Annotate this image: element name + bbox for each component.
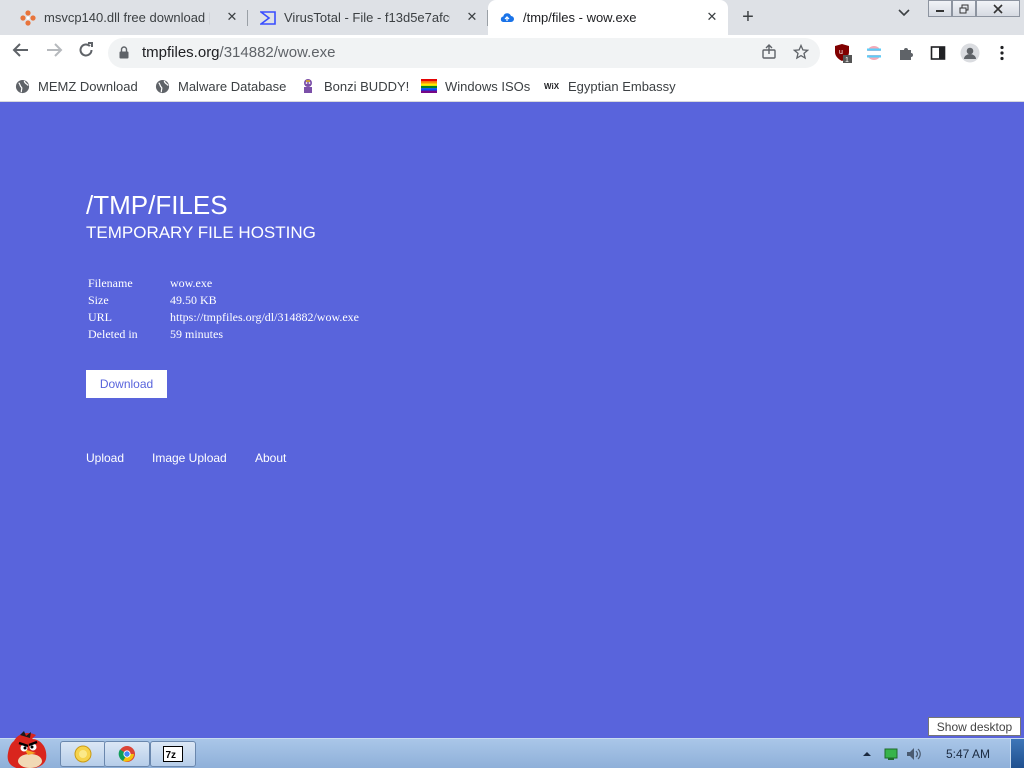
tab-tmpfiles[interactable]: /tmp/files - wow.exe ✕ (488, 0, 728, 35)
footer-link-image-upload[interactable]: Image Upload (152, 451, 227, 465)
wix-icon: WiX (544, 78, 560, 94)
info-key: URL (88, 310, 112, 324)
show-desktop-tooltip: Show desktop (928, 717, 1021, 736)
tab-msvcp140[interactable]: msvcp140.dll free download | D ✕ (0, 0, 248, 35)
info-value: https://tmpfiles.org/dl/314882/wow.exe (170, 310, 359, 324)
info-key: Filename (88, 276, 133, 290)
cloud-upload-icon (499, 10, 515, 26)
bookmark-malware-database[interactable]: Malware Database (154, 76, 286, 96)
svg-text:7z: 7z (166, 750, 177, 761)
reload-icon[interactable] (74, 41, 98, 65)
address-bar[interactable]: tmpfiles.org/314882/wow.exe (108, 38, 820, 68)
dll-site-icon (20, 9, 36, 26)
7zip-icon: 7z (163, 746, 183, 762)
share-icon[interactable] (760, 44, 778, 62)
table-row: URL https://tmpfiles.org/dl/314882/wow.e… (86, 310, 361, 327)
taskbar-7zip-button[interactable]: 7z (150, 741, 196, 767)
show-hidden-icons-icon[interactable] (860, 747, 874, 761)
taskbar-explorer-button[interactable] (60, 741, 106, 767)
tab-title: msvcp140.dll free download | D (44, 10, 210, 25)
table-row: Deleted in 59 minutes (86, 327, 361, 344)
download-button[interactable]: Download (86, 370, 167, 398)
restore-button[interactable] (952, 0, 976, 17)
flag-extension-icon[interactable] (864, 43, 884, 63)
url-path: /314882/wow.exe (219, 44, 336, 61)
window-controls (928, 0, 1020, 18)
taskbar-clock[interactable]: 5:47 AM (946, 747, 990, 761)
bookmark-label: Egyptian Embassy (568, 78, 676, 94)
explorer-icon (74, 745, 92, 763)
bookmarks-bar: MEMZ Download Malware Database Bonzi BUD… (0, 70, 1024, 102)
bookmark-label: MEMZ Download (38, 78, 138, 94)
bookmark-bonzi-buddy[interactable]: Bonzi BUDDY! (300, 76, 409, 96)
info-value: wow.exe (170, 276, 213, 290)
bookmark-label: Malware Database (178, 78, 287, 94)
table-row: Filename wow.exe (86, 276, 361, 293)
close-window-button[interactable] (976, 0, 1020, 17)
rainbow-flag-icon (421, 78, 437, 94)
forward-icon[interactable] (42, 41, 66, 65)
side-panel-icon[interactable] (928, 43, 948, 63)
file-info-table: Filename wow.exe Size 49.50 KB URL https… (86, 276, 361, 344)
network-icon[interactable] (884, 747, 898, 761)
url-text[interactable]: tmpfiles.org/314882/wow.exe (142, 44, 335, 61)
info-key: Size (88, 293, 109, 307)
tab-virustotal[interactable]: VirusTotal - File - f13d5e7afc07 ✕ (240, 0, 488, 35)
info-value: 59 minutes (170, 327, 223, 341)
info-value: 49.50 KB (170, 293, 217, 307)
footer-link-upload[interactable]: Upload (86, 451, 124, 465)
minimize-button[interactable] (928, 0, 952, 17)
bookmark-label: Bonzi BUDDY! (324, 78, 410, 94)
bookmark-memz-download[interactable]: MEMZ Download (14, 76, 138, 96)
bookmark-star-icon[interactable] (792, 43, 810, 62)
footer-link-about[interactable]: About (255, 451, 286, 465)
bookmark-label: Windows ISOs (445, 78, 531, 94)
virustotal-icon (260, 10, 276, 26)
page-content: /TMP/FILES TEMPORARY FILE HOSTING Filena… (0, 102, 1024, 738)
page-subtitle: TEMPORARY FILE HOSTING (86, 223, 316, 242)
tab-title: /tmp/files - wow.exe (523, 10, 637, 25)
show-desktop-button[interactable] (1010, 739, 1024, 768)
profile-avatar-icon[interactable] (960, 43, 980, 63)
extensions-puzzle-icon[interactable] (896, 43, 916, 63)
new-tab-button[interactable]: + (737, 6, 759, 28)
lock-icon[interactable] (119, 46, 129, 59)
svg-text:u: u (839, 49, 843, 56)
tab-search-icon[interactable] (896, 8, 912, 24)
close-tab-icon[interactable]: ✕ (464, 9, 480, 25)
bookmark-windows-isos[interactable]: Windows ISOs (421, 76, 530, 96)
globe-icon (14, 78, 30, 94)
ublock-origin-icon[interactable]: u1 (833, 43, 853, 63)
svg-text:WiX: WiX (544, 82, 560, 91)
page-title: /TMP/FILES (86, 190, 228, 220)
taskbar-chrome-button[interactable] (104, 741, 150, 767)
menu-kebab-icon[interactable] (992, 43, 1012, 63)
globe-icon (154, 78, 170, 94)
browser-toolbar: tmpfiles.org/314882/wow.exe u1 (0, 35, 1024, 70)
bookmark-egyptian-embassy[interactable]: WiX Egyptian Embassy (544, 76, 676, 96)
url-host: tmpfiles.org (142, 44, 220, 61)
tab-title: VirusTotal - File - f13d5e7afc07 (284, 10, 450, 25)
start-button-angry-bird-icon[interactable] (2, 731, 52, 768)
close-tab-icon[interactable]: ✕ (704, 9, 720, 25)
info-key: Deleted in (88, 327, 138, 341)
tab-strip: msvcp140.dll free download | D ✕ VirusTo… (0, 0, 1024, 35)
volume-icon[interactable] (906, 747, 921, 761)
table-row: Size 49.50 KB (86, 293, 361, 310)
extension-badge: 1 (845, 57, 849, 63)
back-icon[interactable] (9, 41, 33, 65)
bonzi-icon (300, 78, 316, 94)
close-tab-icon[interactable]: ✕ (224, 9, 240, 25)
chrome-icon (118, 746, 135, 762)
taskbar: 7z 5:47 AM (0, 731, 1024, 768)
